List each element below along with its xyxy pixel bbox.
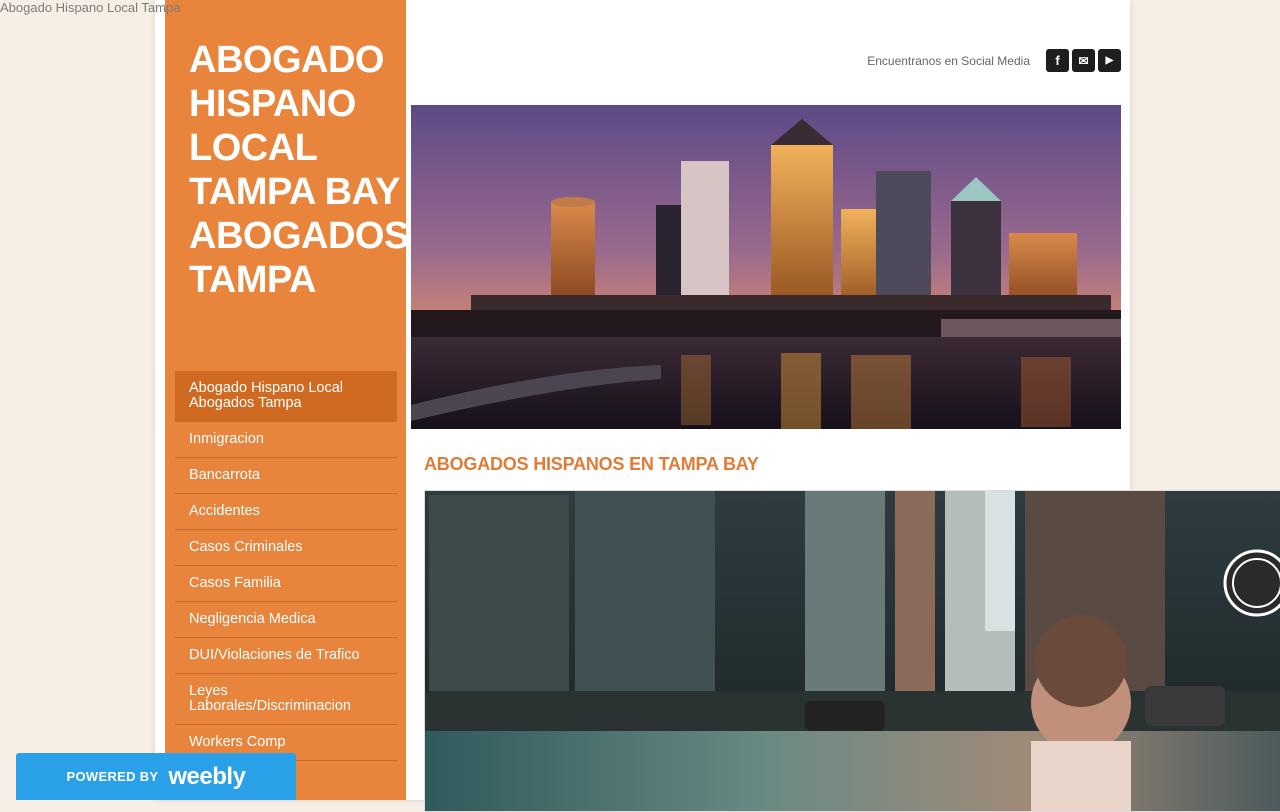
section-heading: ABOGADOS HISPANOS EN TAMPA BAY [424,454,759,474]
nav-item-bancarrota[interactable]: Bancarrota [175,458,397,494]
nav-item-negligencia-medica[interactable]: Negligencia Medica [175,602,397,638]
nav-item-inmigracion[interactable]: Inmigracion [175,422,397,458]
weebly-badge[interactable]: POWERED BY weebly [16,753,296,800]
site-title-line: TAMPA BAY [189,171,400,213]
nav-item-home[interactable]: Abogado Hispano Local Abogados Tampa [175,371,397,422]
site-title[interactable]: ABOGADO HISPANO LOCAL TAMPA BAY ABOGADOS… [189,38,409,302]
sidebar-nav: Abogado Hispano Local Abogados Tampa Inm… [175,371,397,761]
powered-by-label: POWERED BY [66,769,159,784]
sidebar: ABOGADO HISPANO LOCAL TAMPA BAY ABOGADOS… [165,0,409,800]
youtube-icon[interactable]: ▶ [1098,49,1121,72]
nav-item-dui[interactable]: DUI/Violaciones de Trafico [175,638,397,674]
social-label: Encuentranos en Social Media [867,53,1030,68]
site-title-line: LOCAL [189,127,318,169]
facebook-icon[interactable]: f [1046,49,1069,72]
site-title-line: HISPANO [189,83,356,125]
weebly-logo: weebly [168,762,246,790]
social-bar: Encuentranos en Social Media f ✉ ▶ [867,49,1121,72]
hero-skyline-image [411,105,1121,429]
city-street-photo [424,490,1280,812]
mail-icon[interactable]: ✉ [1072,49,1095,72]
window-title: Abogado Hispano Local Tampa [0,0,181,15]
nav-item-casos-familia[interactable]: Casos Familia [175,566,397,602]
nav-item-accidentes[interactable]: Accidentes [175,494,397,530]
site-title-line: TAMPA [189,259,316,301]
site-title-line: ABOGADOS [189,215,409,257]
nav-item-casos-criminales[interactable]: Casos Criminales [175,530,397,566]
nav-item-leyes-laborales[interactable]: Leyes Laborales/Discriminacion [175,674,397,725]
site-title-line: ABOGADO [189,39,384,81]
